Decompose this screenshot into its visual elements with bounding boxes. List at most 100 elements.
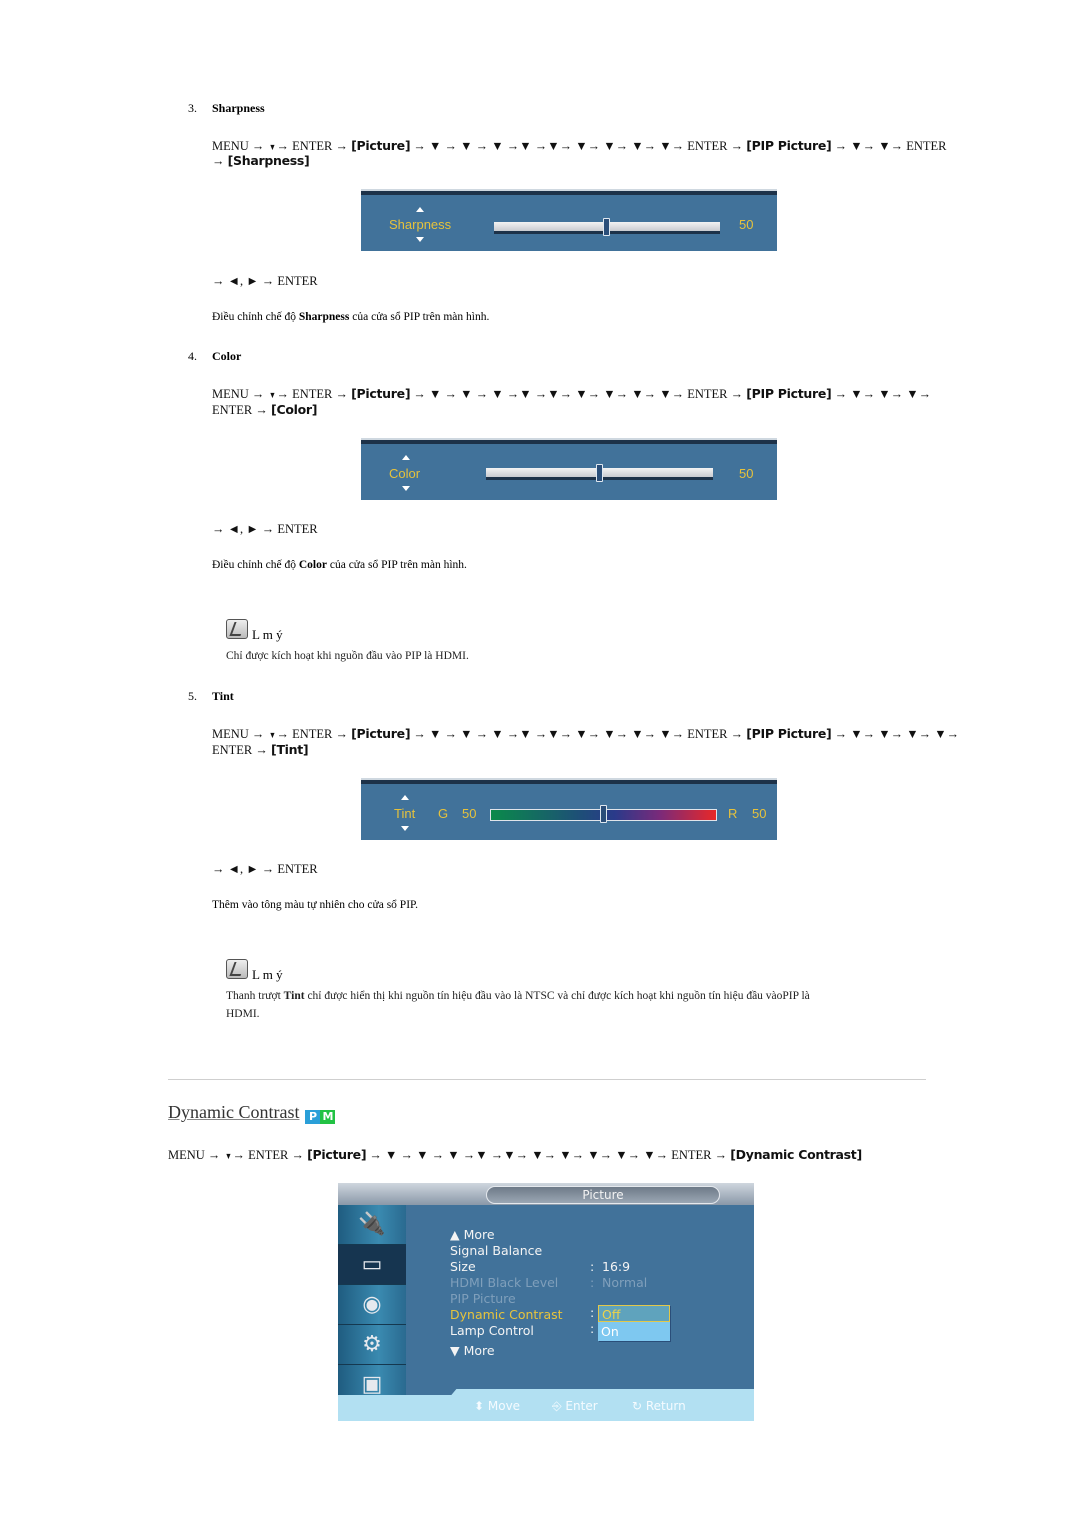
osd-label: Sharpness — [389, 217, 452, 232]
desc-text: Điều chỉnh chế độ — [212, 311, 299, 323]
menu-path-text: MENU → — [212, 727, 268, 741]
section-title-tint: Tint — [212, 689, 234, 703]
tint-g-value: 50 — [462, 806, 477, 821]
menu-footer — [338, 1395, 754, 1421]
tint-slider-thumb[interactable] — [600, 805, 607, 823]
note-text: Chỉ được kích hoạt khi nguồn đầu vào PIP… — [226, 650, 469, 662]
tint-r-label: R — [728, 806, 738, 821]
hdmi-colon: : — [590, 1275, 595, 1290]
size-value: 16:9 — [602, 1259, 631, 1274]
pm-badge-icon: PM — [305, 1107, 336, 1125]
menu-item-dynamic-contrast[interactable]: Dynamic Contrast — [450, 1307, 563, 1323]
menu-sidebar: 🔌 ▭ ◉ ⚙ ▣ — [338, 1205, 406, 1405]
size-colon: : — [590, 1259, 595, 1274]
osd-label: Color — [389, 466, 421, 481]
sharpness-slider-thumb[interactable] — [603, 218, 610, 236]
osd-value: 50 — [739, 217, 754, 232]
sound-icon: ◉ — [362, 1292, 382, 1317]
menu-path-text: MENU → — [212, 139, 268, 153]
note-text-bold: Tint — [283, 990, 305, 1002]
sidebar-setup[interactable]: ⚙ — [338, 1325, 406, 1365]
dynamic-contrast-heading: Dynamic Contrast PM — [168, 1102, 336, 1125]
menu-path-color-line2: ENTER → [Color] — [212, 402, 317, 418]
menu-item-more-up[interactable]: ▲ More — [450, 1227, 495, 1243]
menu-path-text: ▼ — [268, 390, 276, 400]
input-icon: 🔌 — [358, 1212, 386, 1237]
down-arrow-icon — [402, 486, 410, 491]
menu-path-sharpness-line2: → [Sharpness] — [212, 153, 310, 169]
menu-path-keyword: [Picture] — [351, 138, 411, 153]
menu-path-text: ▼ — [224, 1151, 232, 1161]
menu-path-dynamic-contrast: MENU → ▼→ ENTER → [Picture] → ▼ → ▼ → ▼ … — [168, 1147, 862, 1164]
hint-move: ⬍ Move — [474, 1399, 520, 1413]
menu-path-color-line1: MENU → ▼→ ENTER → [Picture] → ▼ → ▼ → ▼ … — [212, 386, 931, 403]
section-number: 3. — [188, 101, 197, 115]
section-title-color: Color — [212, 349, 242, 363]
osd-label: Tint — [394, 806, 416, 821]
desc-bold: Color — [298, 559, 327, 571]
menu-path-text: ENTER → — [212, 403, 272, 417]
note-text-part: chỉ được hiển thị khi nguồn tín hiệu đầu… — [304, 990, 810, 1002]
dynamic-contrast-dropdown[interactable]: Off On — [598, 1305, 670, 1341]
menu-path-text: → ▼→ ▼→ ▼→ — [831, 387, 932, 401]
color-description: Điều chỉnh chế độ Color của cửa sổ PIP t… — [212, 559, 467, 571]
menu-path-keyword: [Picture] — [351, 726, 411, 741]
option-off[interactable]: Off — [598, 1305, 670, 1322]
down-arrow-icon — [416, 237, 424, 242]
adjust-instruction: → ◄, ► → ENTER — [212, 274, 318, 288]
up-arrow-icon — [416, 207, 424, 212]
picture-osd-menu: Picture 🔌 ▭ ◉ ⚙ ▣ ▲ More Signal Balance … — [338, 1183, 754, 1421]
menu-path-text: → ▼ → ▼ → ▼ →▼ →▼→ ▼→ ▼→ ▼→ ▼→ ▼→ ENTER … — [366, 1148, 731, 1162]
move-icon: ⬍ — [474, 1399, 488, 1413]
menu-path-text: MENU → — [212, 387, 268, 401]
menu-path-text: → ENTER → — [276, 139, 352, 153]
section-number: 4. — [188, 349, 197, 363]
menu-path-text: → — [212, 154, 228, 168]
menu-path-sharpness-line1: MENU → ▼→ ENTER → [Picture] → ▼ → ▼ → ▼ … — [212, 138, 947, 155]
section-title-dynamic-contrast[interactable]: Dynamic Contrast — [168, 1102, 299, 1122]
menu-path-text: → ENTER → — [276, 387, 352, 401]
menu-path-text: ENTER → — [212, 743, 272, 757]
hint-move-label: Move — [487, 1399, 521, 1413]
desc-text: Điều chỉnh chế độ — [212, 559, 299, 571]
menu-path-keyword: [Dynamic Contrast] — [730, 1147, 862, 1162]
menu-path-keyword: [PIP Picture] — [746, 138, 832, 153]
menu-path-text: → ENTER → — [276, 727, 352, 741]
enter-icon: ⎆ — [552, 1399, 566, 1413]
badge-p: P — [305, 1110, 321, 1125]
tint-osd-panel: Tint G 50 R 50 — [361, 780, 777, 840]
hint-return-label: Return — [645, 1399, 686, 1413]
menu-path-text: → ▼→ ▼→ ENTER — [831, 139, 947, 153]
menu-path-text: → ▼→ ▼→ ▼→ ▼→ — [831, 727, 960, 741]
menu-item-lamp-control[interactable]: Lamp Control — [450, 1323, 534, 1339]
adjust-instruction: → ◄, ► → ENTER — [212, 522, 318, 536]
note-text-part: Thanh trượt — [226, 990, 284, 1002]
menu-path-keyword: [PIP Picture] — [746, 386, 832, 401]
menu-path-tint-line2: ENTER → [Tint] — [212, 742, 309, 758]
menu-item-signal-balance[interactable]: Signal Balance — [450, 1243, 542, 1259]
note-text-line2: HDMI. — [226, 1008, 260, 1020]
picture-icon: ▭ — [361, 1252, 383, 1277]
sidebar-picture[interactable]: ▭ — [338, 1245, 406, 1285]
color-slider-thumb[interactable] — [595, 464, 603, 482]
menu-title: Picture — [486, 1186, 720, 1204]
sharpness-osd-panel: Sharpness 50 — [361, 191, 777, 251]
menu-item-hdmi-black-level: HDMI Black Level — [450, 1275, 559, 1290]
menu-path-keyword: [Color] — [271, 402, 318, 417]
sidebar-sound[interactable]: ◉ — [338, 1285, 406, 1325]
down-arrow-icon — [401, 826, 409, 831]
dynamic-contrast-colon: : — [590, 1305, 595, 1320]
note-text: Thanh trượt Tint chỉ được hiển thị khi n… — [226, 987, 810, 1005]
tint-r-value: 50 — [752, 806, 767, 821]
menu-item-more-down[interactable]: ▼ More — [450, 1343, 495, 1359]
sidebar-input[interactable]: 🔌 — [338, 1205, 406, 1245]
desc-bold: Sharpness — [298, 311, 350, 323]
note-title: L m ý — [252, 627, 283, 642]
note-icon — [226, 959, 248, 979]
option-on[interactable]: On — [598, 1323, 670, 1340]
menu-path-keyword: [Sharpness] — [227, 153, 310, 168]
adjust-instruction: → ◄, ► → ENTER — [212, 862, 318, 876]
section-title-sharpness: Sharpness — [212, 101, 265, 115]
up-arrow-icon — [402, 455, 410, 460]
menu-item-size[interactable]: Size — [450, 1259, 476, 1275]
